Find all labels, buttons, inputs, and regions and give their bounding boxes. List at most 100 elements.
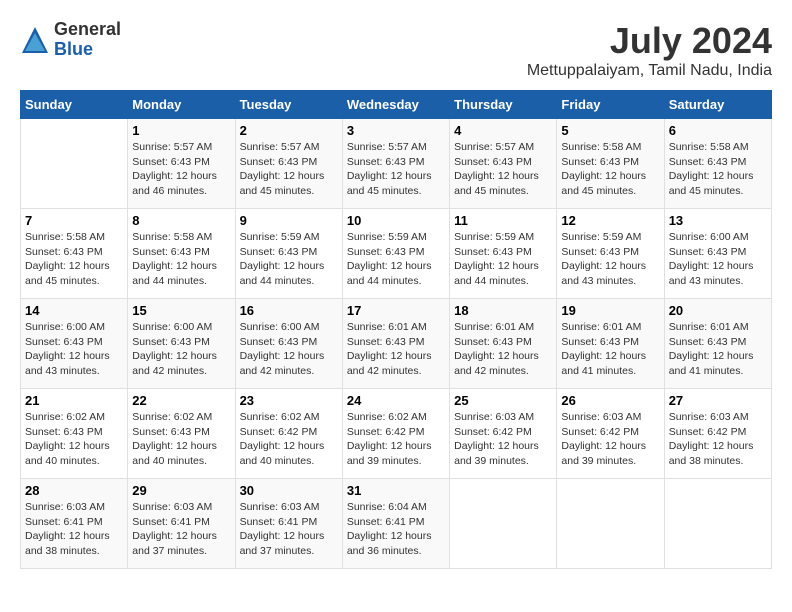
calendar-week-row: 14 Sunrise: 6:00 AM Sunset: 6:43 PM Dayli… [21,299,772,389]
cell-content: Sunrise: 6:01 AM Sunset: 6:43 PM Dayligh… [669,321,754,377]
cell-content: Sunrise: 6:02 AM Sunset: 6:42 PM Dayligh… [240,411,325,467]
cell-content: Sunrise: 5:59 AM Sunset: 6:43 PM Dayligh… [347,231,432,287]
day-number: 30 [240,483,338,498]
cell-content: Sunrise: 6:03 AM Sunset: 6:42 PM Dayligh… [669,411,754,467]
cell-content: Sunrise: 6:00 AM Sunset: 6:43 PM Dayligh… [132,321,217,377]
calendar-week-row: 1 Sunrise: 5:57 AM Sunset: 6:43 PM Daylig… [21,119,772,209]
day-number: 23 [240,393,338,408]
cell-content: Sunrise: 6:02 AM Sunset: 6:42 PM Dayligh… [347,411,432,467]
day-number: 5 [561,123,659,138]
day-number: 22 [132,393,230,408]
calendar-week-row: 28 Sunrise: 6:03 AM Sunset: 6:41 PM Dayli… [21,479,772,569]
calendar-cell: 13Sunrise: 6:00 AM Sunset: 6:43 PM Dayli… [664,209,771,299]
day-number: 3 [347,123,445,138]
cell-content: Sunrise: 5:58 AM Sunset: 6:43 PM Dayligh… [561,141,646,197]
calendar-cell [664,479,771,569]
header-row: SundayMondayTuesdayWednesdayThursdayFrid… [21,91,772,119]
calendar-cell: 16 Sunrise: 6:00 AM Sunset: 6:43 PM Dayli… [235,299,342,389]
calendar-cell: 2 Sunrise: 5:57 AM Sunset: 6:43 PM Daylig… [235,119,342,209]
calendar-cell: 19 Sunrise: 6:01 AM Sunset: 6:43 PM Dayli… [557,299,664,389]
calendar-cell: 18 Sunrise: 6:01 AM Sunset: 6:43 PM Dayli… [450,299,557,389]
day-number: 12 [561,213,659,228]
calendar-cell: 27 Sunrise: 6:03 AM Sunset: 6:42 PM Dayli… [664,389,771,479]
day-number: 19 [561,303,659,318]
calendar-week-row: 7Sunrise: 5:58 AM Sunset: 6:43 PM Daylig… [21,209,772,299]
calendar-header: SundayMondayTuesdayWednesdayThursdayFrid… [21,91,772,119]
calendar-cell: 5 Sunrise: 5:58 AM Sunset: 6:43 PM Daylig… [557,119,664,209]
day-number: 4 [454,123,552,138]
header-day: Sunday [21,91,128,119]
cell-content: Sunrise: 6:01 AM Sunset: 6:43 PM Dayligh… [561,321,646,377]
cell-content: Sunrise: 6:03 AM Sunset: 6:41 PM Dayligh… [132,501,217,557]
day-number: 16 [240,303,338,318]
logo-general: General [54,20,121,40]
calendar-cell: 22Sunrise: 6:02 AM Sunset: 6:43 PM Dayli… [128,389,235,479]
calendar-cell: 15 Sunrise: 6:00 AM Sunset: 6:43 PM Dayli… [128,299,235,389]
calendar-week-row: 21 Sunrise: 6:02 AM Sunset: 6:43 PM Dayli… [21,389,772,479]
calendar-cell: 29Sunrise: 6:03 AM Sunset: 6:41 PM Dayli… [128,479,235,569]
day-number: 2 [240,123,338,138]
calendar-cell: 24Sunrise: 6:02 AM Sunset: 6:42 PM Dayli… [342,389,449,479]
cell-content: Sunrise: 5:58 AM Sunset: 6:43 PM Dayligh… [132,231,217,287]
cell-content: Sunrise: 6:03 AM Sunset: 6:41 PM Dayligh… [25,501,110,557]
day-number: 6 [669,123,767,138]
logo: General Blue [20,20,121,60]
day-number: 15 [132,303,230,318]
calendar-body: 1 Sunrise: 5:57 AM Sunset: 6:43 PM Daylig… [21,119,772,569]
header-day: Tuesday [235,91,342,119]
cell-content: Sunrise: 6:03 AM Sunset: 6:41 PM Dayligh… [240,501,325,557]
cell-content: Sunrise: 5:58 AM Sunset: 6:43 PM Dayligh… [669,141,754,197]
header-day: Friday [557,91,664,119]
day-number: 20 [669,303,767,318]
day-number: 14 [25,303,123,318]
calendar-cell: 20 Sunrise: 6:01 AM Sunset: 6:43 PM Dayli… [664,299,771,389]
calendar-cell: 26 Sunrise: 6:03 AM Sunset: 6:42 PM Dayli… [557,389,664,479]
calendar-cell: 12 Sunrise: 5:59 AM Sunset: 6:43 PM Dayli… [557,209,664,299]
calendar-cell: 21 Sunrise: 6:02 AM Sunset: 6:43 PM Dayli… [21,389,128,479]
day-number: 8 [132,213,230,228]
calendar-cell: 30 Sunrise: 6:03 AM Sunset: 6:41 PM Dayli… [235,479,342,569]
calendar-cell: 10Sunrise: 5:59 AM Sunset: 6:43 PM Dayli… [342,209,449,299]
day-number: 18 [454,303,552,318]
cell-content: Sunrise: 5:59 AM Sunset: 6:43 PM Dayligh… [561,231,646,287]
day-number: 26 [561,393,659,408]
calendar-cell: 23 Sunrise: 6:02 AM Sunset: 6:42 PM Dayli… [235,389,342,479]
title-block: July 2024 Mettuppalaiyam, Tamil Nadu, In… [527,20,772,80]
cell-content: Sunrise: 5:57 AM Sunset: 6:43 PM Dayligh… [347,141,432,197]
calendar-cell [557,479,664,569]
cell-content: Sunrise: 5:57 AM Sunset: 6:43 PM Dayligh… [240,141,325,197]
header-day: Saturday [664,91,771,119]
calendar-cell [450,479,557,569]
cell-content: Sunrise: 5:57 AM Sunset: 6:43 PM Dayligh… [454,141,539,197]
cell-content: Sunrise: 6:02 AM Sunset: 6:43 PM Dayligh… [25,411,110,467]
logo-text: General Blue [54,20,121,60]
day-number: 21 [25,393,123,408]
subtitle: Mettuppalaiyam, Tamil Nadu, India [527,62,772,80]
calendar-cell: 6 Sunrise: 5:58 AM Sunset: 6:43 PM Daylig… [664,119,771,209]
day-number: 9 [240,213,338,228]
calendar-cell [21,119,128,209]
day-number: 17 [347,303,445,318]
header-day: Thursday [450,91,557,119]
logo-blue: Blue [54,40,121,60]
header-day: Wednesday [342,91,449,119]
cell-content: Sunrise: 5:59 AM Sunset: 6:43 PM Dayligh… [454,231,539,287]
cell-content: Sunrise: 6:01 AM Sunset: 6:43 PM Dayligh… [454,321,539,377]
page-header: General Blue July 2024 Mettuppalaiyam, T… [20,20,772,80]
day-number: 27 [669,393,767,408]
calendar-cell: 25Sunrise: 6:03 AM Sunset: 6:42 PM Dayli… [450,389,557,479]
calendar-cell: 31Sunrise: 6:04 AM Sunset: 6:41 PM Dayli… [342,479,449,569]
day-number: 1 [132,123,230,138]
cell-content: Sunrise: 6:00 AM Sunset: 6:43 PM Dayligh… [240,321,325,377]
calendar-cell: 11Sunrise: 5:59 AM Sunset: 6:43 PM Dayli… [450,209,557,299]
day-number: 28 [25,483,123,498]
cell-content: Sunrise: 5:57 AM Sunset: 6:43 PM Dayligh… [132,141,217,197]
cell-content: Sunrise: 6:01 AM Sunset: 6:43 PM Dayligh… [347,321,432,377]
calendar-cell: 3 Sunrise: 5:57 AM Sunset: 6:43 PM Daylig… [342,119,449,209]
day-number: 25 [454,393,552,408]
calendar-cell: 28 Sunrise: 6:03 AM Sunset: 6:41 PM Dayli… [21,479,128,569]
cell-content: Sunrise: 6:03 AM Sunset: 6:42 PM Dayligh… [561,411,646,467]
calendar-cell: 7Sunrise: 5:58 AM Sunset: 6:43 PM Daylig… [21,209,128,299]
day-number: 31 [347,483,445,498]
calendar-cell: 17 Sunrise: 6:01 AM Sunset: 6:43 PM Dayli… [342,299,449,389]
